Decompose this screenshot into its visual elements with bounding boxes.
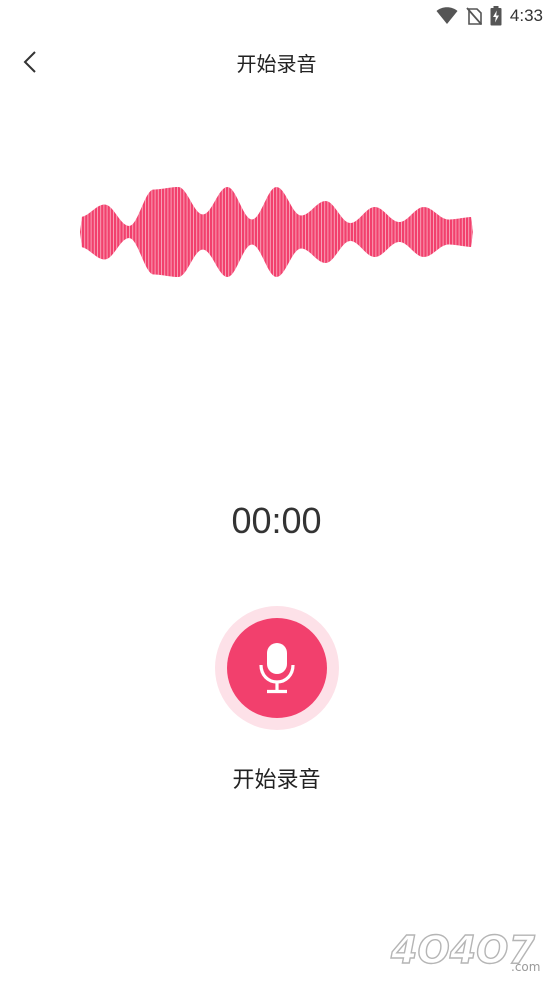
no-sim-icon: [466, 7, 482, 25]
watermark-logo: 4O4O7 .com: [389, 927, 540, 974]
record-button-core[interactable]: [227, 618, 327, 718]
audio-waveform: [80, 187, 473, 277]
microphone-icon: [259, 643, 295, 694]
status-time: 4:33: [509, 6, 543, 25]
page-title: 开始录音: [236, 52, 317, 76]
record-button-label: 开始录音: [232, 768, 321, 793]
app-bar: 开始录音: [0, 40, 553, 80]
svg-text:.com: .com: [511, 960, 540, 974]
wifi-icon: [436, 7, 458, 24]
battery-charging-icon: [490, 6, 502, 26]
record-button[interactable]: [215, 606, 339, 730]
status-bar: 4:33: [0, 0, 553, 32]
recording-timer: 00:00: [231, 500, 322, 541]
